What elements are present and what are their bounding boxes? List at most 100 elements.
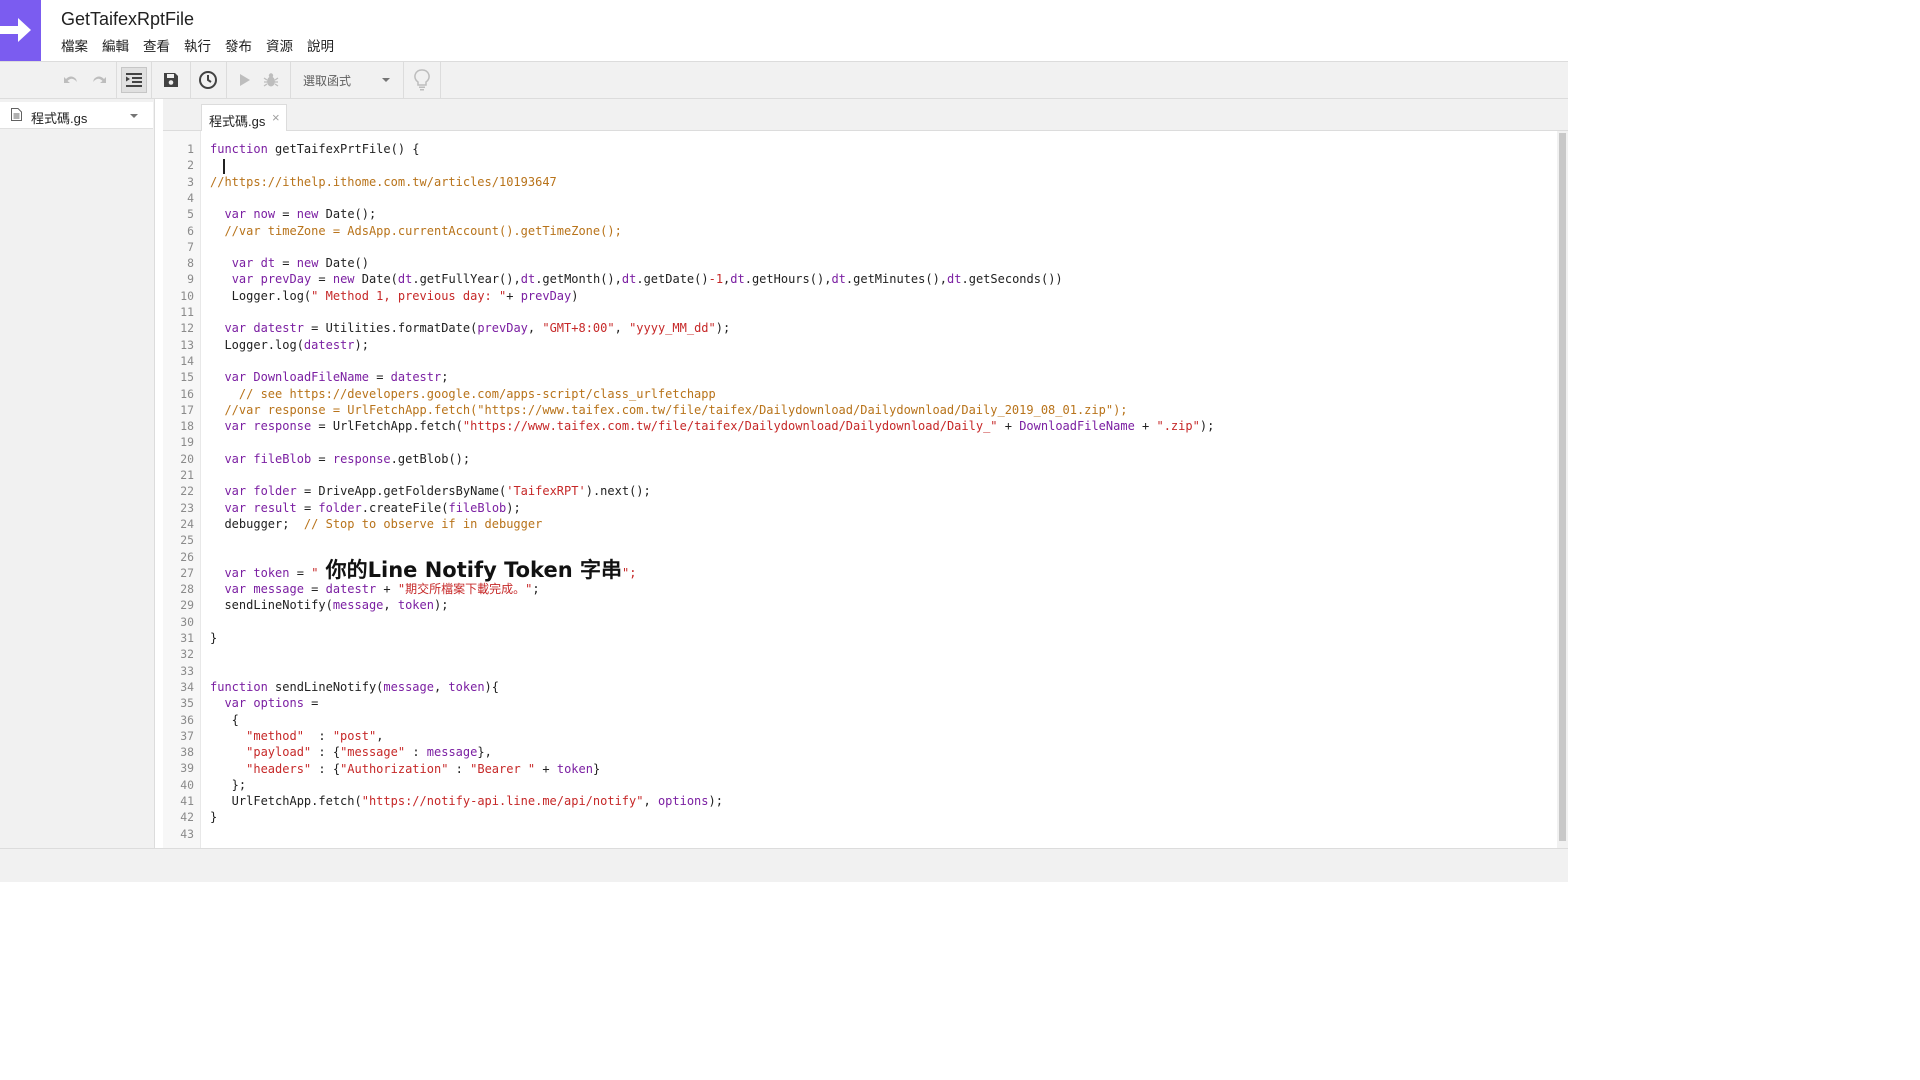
line-number: 26 <box>180 549 194 564</box>
toolbar-divider <box>190 62 191 99</box>
triggers-button[interactable] <box>195 67 221 93</box>
token-placeholder-text: 你的Line Notify Token 字串 <box>325 558 622 582</box>
line-number: 12 <box>180 321 194 336</box>
line-number: 14 <box>180 353 194 368</box>
project-title[interactable]: GetTaifexRptFile <box>61 9 194 30</box>
menu-bar: 檔案 編輯 查看 執行 發布 資源 說明 <box>61 38 348 56</box>
line-number: 2 <box>187 158 194 173</box>
suggestions-button[interactable] <box>409 67 435 93</box>
line-number: 39 <box>180 761 194 776</box>
line-number: 23 <box>180 500 194 515</box>
toolbar-divider <box>403 62 404 99</box>
line-number: 30 <box>180 614 194 629</box>
toolbar-divider <box>116 62 117 99</box>
undo-button[interactable] <box>58 67 84 93</box>
indent-button[interactable] <box>121 67 147 93</box>
chevron-down-icon <box>382 78 390 82</box>
document-icon <box>11 108 22 121</box>
code-line-34: function sendLineNotify(message, token){ <box>210 680 499 694</box>
line-number: 3 <box>187 174 194 189</box>
debug-button[interactable] <box>258 67 284 93</box>
apps-script-logo[interactable] <box>0 0 41 61</box>
line-number: 9 <box>187 272 194 287</box>
debug-bug-icon <box>263 73 279 87</box>
line-number: 1 <box>187 142 194 156</box>
code-line-13: Logger.log(datestr); <box>210 337 369 352</box>
line-number: 38 <box>180 745 194 760</box>
menu-publish[interactable]: 發布 <box>225 38 252 56</box>
vertical-scrollbar[interactable] <box>1557 131 1568 848</box>
menu-resources[interactable]: 資源 <box>266 38 293 56</box>
line-number: 27 <box>180 565 194 580</box>
run-button[interactable] <box>231 67 257 93</box>
line-number: 19 <box>180 435 194 450</box>
line-number: 18 <box>180 419 194 434</box>
code-line-23: var result = folder.createFile(fileBlob)… <box>224 500 521 515</box>
file-panel: 程式碼.gs <box>0 99 155 848</box>
code-line-6: //var timeZone = AdsApp.currentAccount()… <box>210 223 622 238</box>
line-number: 33 <box>180 663 194 678</box>
line-number: 36 <box>180 712 194 727</box>
code-line-24: debugger; // Stop to observe if in debug… <box>210 516 543 531</box>
code-line-17: //var response = UrlFetchApp.fetch("http… <box>210 402 1128 417</box>
line-number: 16 <box>180 386 194 401</box>
lightbulb-icon <box>414 69 430 91</box>
code-editor[interactable]: function getTaifexPrtFile() { //https://… <box>201 131 1557 848</box>
code-line-41: UrlFetchApp.fetch("https://notify-api.li… <box>210 794 723 809</box>
menu-file[interactable]: 檔案 <box>61 38 88 56</box>
code-line-9: var prevDay = new Date(dt.getFullYear(),… <box>231 272 1063 287</box>
function-select[interactable]: 選取函式 <box>296 67 396 93</box>
tab-strip: 程式碼.gs × <box>163 99 1568 132</box>
menu-help[interactable]: 說明 <box>307 38 334 56</box>
code-line-37: "method" : "post", <box>246 728 384 743</box>
line-number: 25 <box>180 533 194 548</box>
run-icon <box>240 74 250 86</box>
close-icon[interactable]: × <box>272 110 280 125</box>
code-line-39: "headers" : {"Authorization" : "Bearer "… <box>246 761 601 776</box>
line-number: 43 <box>180 826 194 841</box>
line-number: 4 <box>187 190 194 205</box>
editor-area: 程式碼.gs × 1 2 3 4 5 6 7 8 9 10 11 12 13 14 15 16 17 18 19 20… <box>163 99 1568 848</box>
chevron-down-icon[interactable] <box>130 114 138 118</box>
line-number: 37 <box>180 728 194 743</box>
menu-view[interactable]: 查看 <box>143 38 170 56</box>
code-line-12: var datestr = Utilities.formatDate(prevD… <box>224 321 731 336</box>
line-number: 17 <box>180 402 194 417</box>
text-cursor <box>223 159 225 174</box>
file-item[interactable]: 程式碼.gs <box>0 102 153 129</box>
menu-edit[interactable]: 編輯 <box>102 38 129 56</box>
line-number-gutter: 1 2 3 4 5 6 7 8 9 10 11 12 13 14 15 16 17 18 19 20 21 22 23 24 2… <box>163 131 201 848</box>
triggers-clock-icon <box>199 71 217 89</box>
toolbar-divider <box>290 62 291 99</box>
line-number: 42 <box>180 810 194 825</box>
code-line-31: } <box>210 631 218 645</box>
file-name: 程式碼.gs <box>31 111 88 126</box>
line-number: 34 <box>180 679 194 694</box>
code-line-1: function getTaifexPrtFile() { <box>210 142 420 156</box>
menu-run[interactable]: 執行 <box>184 38 211 56</box>
save-button[interactable] <box>158 67 184 93</box>
line-number: 35 <box>180 696 194 711</box>
app-header: GetTaifexRptFile 檔案 編輯 查看 執行 發布 資源 說明 <box>0 0 1568 61</box>
arrow-right-icon <box>0 18 31 42</box>
line-number: 28 <box>180 582 194 597</box>
line-number: 32 <box>180 647 194 662</box>
scrollbar-thumb[interactable] <box>1559 133 1566 841</box>
toolbar-divider <box>440 62 441 99</box>
tab-code-gs[interactable]: 程式碼.gs × <box>201 104 287 132</box>
tab-label: 程式碼.gs <box>209 114 266 129</box>
line-number: 40 <box>180 777 194 792</box>
line-number: 10 <box>180 288 194 303</box>
line-number: 13 <box>180 337 194 352</box>
line-number: 6 <box>187 223 194 238</box>
save-icon <box>164 73 178 87</box>
status-bar <box>0 848 1568 882</box>
toolbar: 選取函式 <box>0 61 1568 99</box>
code-line-16: // see https://developers.google.com/app… <box>210 386 716 401</box>
redo-button[interactable] <box>86 67 112 93</box>
code-line-22: var folder = DriveApp.getFoldersByName('… <box>224 484 651 499</box>
code-line-18: var response = UrlFetchApp.fetch("https:… <box>224 419 1215 434</box>
code-line-28: var message = datestr + "期交所檔案下載完成。"; <box>224 582 540 597</box>
code-line-29: sendLineNotify(message, token); <box>210 598 449 613</box>
code-line-42: } <box>210 810 218 825</box>
